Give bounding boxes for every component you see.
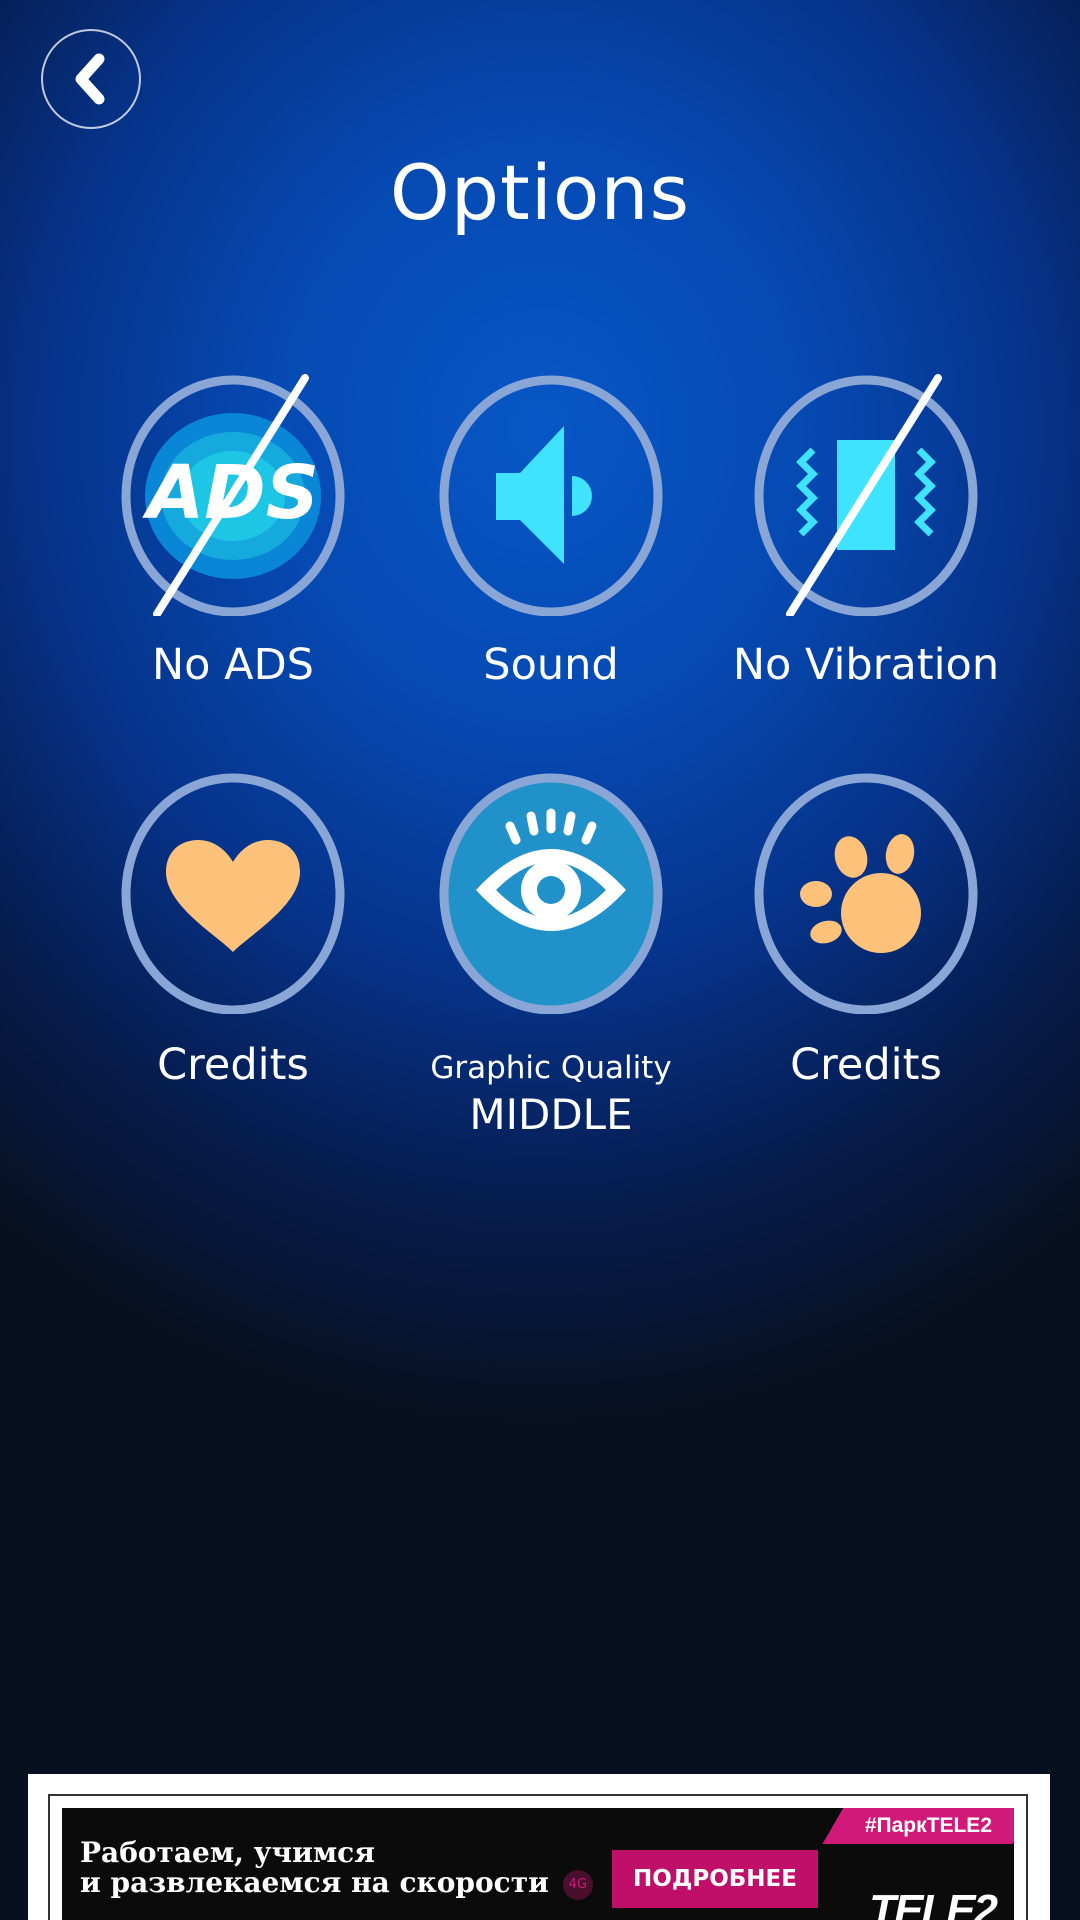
ad-frame: #ПаркTELE2 Работаем, учимся и развлекаем… xyxy=(48,1794,1028,1920)
ad-4g-badge: 4G xyxy=(562,1869,593,1900)
option-label: Credits xyxy=(790,1040,942,1090)
no-ads-icon: ADS xyxy=(121,374,345,616)
option-graphic-quality[interactable]: Graphic Quality MIDDLE xyxy=(401,768,701,1139)
ad-line-2: и развлекаемся на скорости 4G xyxy=(80,1868,593,1900)
option-no-ads[interactable]: ADS No ADS xyxy=(83,370,383,700)
eye-icon xyxy=(439,773,663,1014)
vibration-icon xyxy=(754,374,978,616)
graphic-quality-label: Graphic Quality xyxy=(430,1050,672,1086)
back-button[interactable] xyxy=(41,29,141,129)
option-label: Credits xyxy=(157,1040,309,1090)
ad-creative[interactable]: #ПаркTELE2 Работаем, учимся и развлекаем… xyxy=(62,1808,1014,1920)
option-sound[interactable]: Sound xyxy=(401,370,701,700)
option-credits-paw[interactable]: Credits xyxy=(716,768,1016,1098)
option-label: No Vibration xyxy=(732,640,1000,690)
ad-line-2-text: и развлекаемся на скорости xyxy=(80,1866,549,1899)
paw-icon xyxy=(754,773,978,1014)
ad-logo: TELE2 xyxy=(869,1886,998,1920)
page-title: Options xyxy=(389,148,691,237)
option-no-vibration[interactable]: No Vibration xyxy=(716,370,1016,700)
option-label: No ADS xyxy=(152,640,314,690)
ad-line-1: Работаем, учимся xyxy=(80,1836,375,1869)
graphic-quality-value: MIDDLE xyxy=(469,1090,633,1139)
option-credits-heart[interactable]: Credits xyxy=(83,768,383,1098)
speaker-icon xyxy=(439,375,663,616)
ad-banner[interactable]: #ПаркTELE2 Работаем, учимся и развлекаем… xyxy=(28,1774,1050,1920)
ad-hashtag: #ПаркTELE2 xyxy=(864,1814,992,1837)
option-label: Sound xyxy=(483,640,619,690)
ad-headline: Работаем, учимся и развлекаемся на скоро… xyxy=(80,1838,593,1900)
ad-more-button[interactable]: ПОДРОБНЕЕ xyxy=(612,1850,818,1908)
chevron-left-icon xyxy=(75,53,105,105)
heart-icon xyxy=(121,773,345,1014)
